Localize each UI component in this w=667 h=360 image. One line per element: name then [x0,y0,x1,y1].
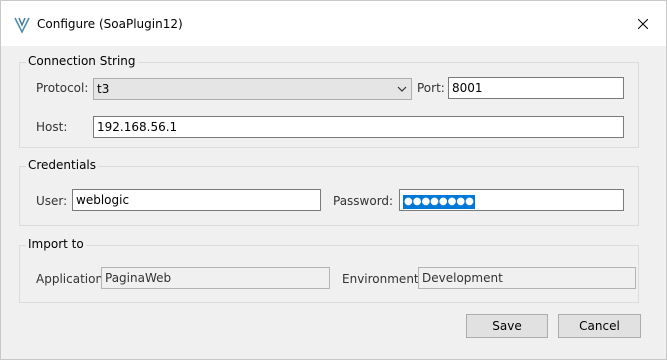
protocol-label: Protocol: [36,81,89,95]
configure-dialog: Configure (SoaPlugin12) Connection Strin… [0,0,667,360]
user-label: User: [36,194,68,208]
port-label: Port: [417,81,445,95]
protocol-select[interactable]: t3 [93,78,412,100]
password-mask: ●●●●●●●● [403,195,475,209]
password-input[interactable]: ●●●●●●●● [399,189,624,211]
app-logo-icon [14,17,30,34]
window-title: Configure (SoaPlugin12) [37,17,183,31]
environment-label: Environment: [342,272,423,286]
import-to-group: Import to Application: PaginaWeb Environ… [19,237,639,303]
protocol-value: t3 [97,82,110,96]
chevron-down-icon [397,86,407,92]
save-button[interactable]: Save [466,314,548,338]
title-bar[interactable]: Configure (SoaPlugin12) [1,1,666,46]
host-label: Host: [36,120,68,134]
user-input[interactable]: weblogic [72,189,321,211]
group-title-credentials: Credentials [26,158,99,172]
close-button[interactable] [620,1,666,46]
close-icon [638,18,648,29]
group-title-connection: Connection String [26,54,138,68]
cancel-button[interactable]: Cancel [558,314,641,338]
application-label: Application: [36,272,108,286]
group-title-import: Import to [26,237,86,251]
password-label: Password: [333,194,394,208]
connection-string-group: Connection String Protocol: t3 Port: 800… [19,54,639,148]
host-input[interactable]: 192.168.56.1 [93,116,624,138]
port-input[interactable]: 8001 [448,77,624,99]
environment-field: Development [418,267,636,289]
application-field: PaginaWeb [101,267,330,289]
credentials-group: Credentials User: weblogic Password: ●●●… [19,158,639,226]
